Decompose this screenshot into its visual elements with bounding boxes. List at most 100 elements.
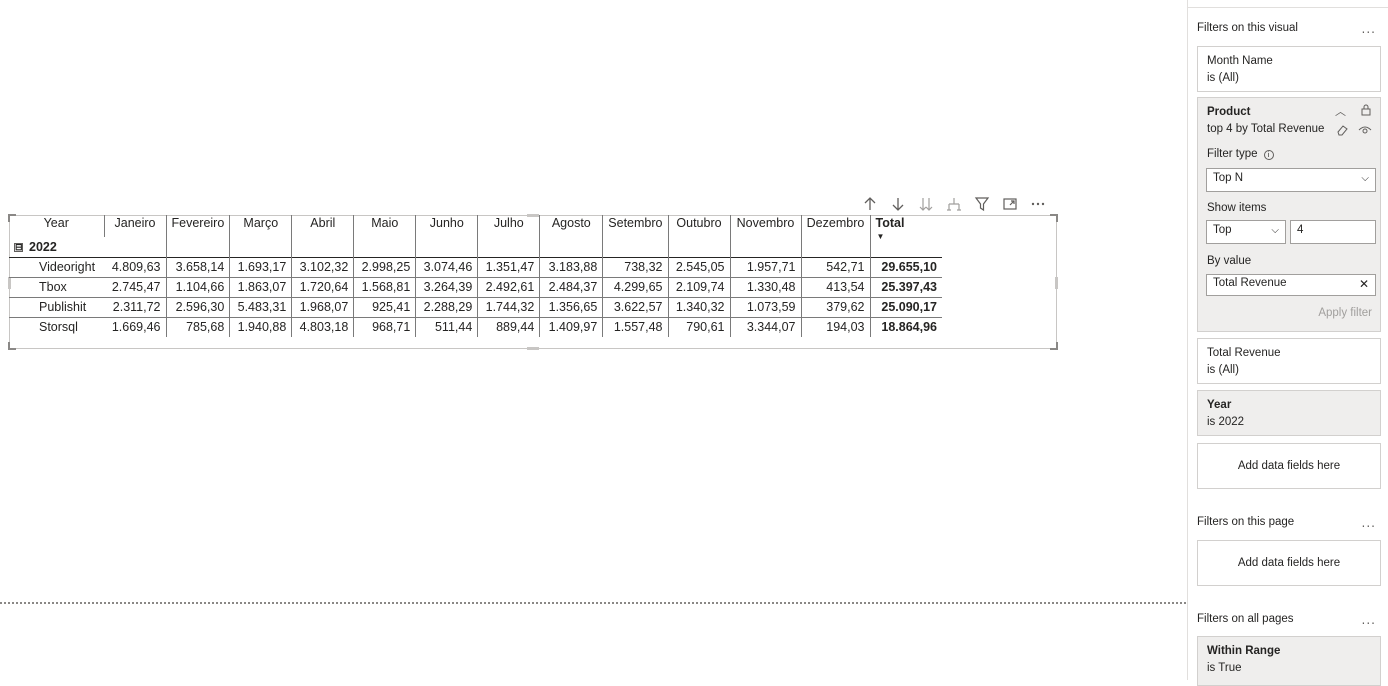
row-label[interactable]: Videoright bbox=[9, 256, 104, 277]
value-cell[interactable]: 3.183,88 bbox=[539, 256, 604, 277]
value-cell[interactable]: 889,44 bbox=[477, 316, 541, 337]
visibility-eye-icon[interactable] bbox=[1358, 124, 1372, 139]
value-cell[interactable]: 1.409,97 bbox=[539, 316, 604, 337]
total-cell[interactable]: 29.655,10 bbox=[870, 256, 942, 277]
value-cell[interactable]: 3.344,07 bbox=[730, 316, 802, 337]
filter-card-month[interactable]: Month Name is (All) bbox=[1197, 46, 1381, 92]
value-cell[interactable]: 1.356,65 bbox=[539, 296, 604, 317]
lock-icon[interactable] bbox=[1360, 103, 1372, 119]
value-cell[interactable]: 379,62 bbox=[801, 296, 871, 317]
column-header[interactable]: Março bbox=[229, 215, 293, 237]
value-cell[interactable]: 1.104,66 bbox=[166, 276, 231, 297]
column-header[interactable]: Novembro bbox=[730, 215, 802, 237]
value-cell[interactable]: 1.669,46 bbox=[104, 316, 167, 337]
table-row[interactable]: Publishit 2.311,72 2.596,30 5.483,31 1.968,0… bbox=[9, 296, 942, 317]
value-cell[interactable]: 413,54 bbox=[801, 276, 871, 297]
value-cell[interactable]: 1.957,71 bbox=[730, 256, 802, 277]
more-options-icon[interactable] bbox=[1024, 193, 1052, 215]
value-cell[interactable]: 1.744,32 bbox=[477, 296, 541, 317]
value-cell[interactable]: 2.311,72 bbox=[104, 296, 167, 317]
filter-card-year[interactable]: Year is 2022 bbox=[1197, 390, 1381, 436]
more-options-icon[interactable]: ... bbox=[1362, 22, 1376, 36]
value-cell[interactable]: 194,03 bbox=[801, 316, 871, 337]
focus-mode-icon[interactable] bbox=[996, 193, 1024, 215]
value-cell[interactable]: 2.745,47 bbox=[104, 276, 167, 297]
clear-filter-eraser-icon[interactable] bbox=[1336, 124, 1348, 139]
value-cell[interactable]: 2.545,05 bbox=[668, 256, 731, 277]
value-cell[interactable]: 2.109,74 bbox=[668, 276, 731, 297]
value-cell[interactable]: 2.288,29 bbox=[415, 296, 479, 317]
resize-handle[interactable] bbox=[527, 347, 539, 350]
value-cell[interactable]: 790,61 bbox=[668, 316, 731, 337]
resize-corner[interactable] bbox=[8, 342, 16, 350]
value-cell[interactable]: 785,68 bbox=[166, 316, 231, 337]
value-cell[interactable]: 3.264,39 bbox=[415, 276, 479, 297]
value-cell[interactable]: 5.483,31 bbox=[229, 296, 293, 317]
row-label[interactable]: Storsql bbox=[9, 316, 104, 337]
by-value-field-well[interactable]: Total Revenue ✕ bbox=[1206, 274, 1376, 296]
filter-type-dropdown[interactable]: Top N ⌵ bbox=[1206, 168, 1376, 192]
value-cell[interactable]: 968,71 bbox=[353, 316, 417, 337]
value-cell[interactable]: 1.940,88 bbox=[229, 316, 293, 337]
row-label[interactable]: Publishit bbox=[9, 296, 104, 317]
column-header[interactable]: Fevereiro bbox=[166, 215, 231, 237]
value-cell[interactable]: 1.693,17 bbox=[229, 256, 293, 277]
value-cell[interactable]: 2.484,37 bbox=[539, 276, 604, 297]
value-cell[interactable]: 3.074,46 bbox=[415, 256, 479, 277]
filter-icon[interactable] bbox=[968, 193, 996, 215]
column-header[interactable]: Maio bbox=[353, 215, 417, 237]
column-header[interactable]: Junho bbox=[415, 215, 479, 237]
hierarchy-expand-icon[interactable] bbox=[940, 193, 968, 215]
value-cell[interactable]: 2.492,61 bbox=[477, 276, 541, 297]
arrow-down-icon[interactable] bbox=[884, 193, 912, 215]
total-cell[interactable]: 25.397,43 bbox=[870, 276, 942, 297]
remove-field-close-icon[interactable]: ✕ bbox=[1359, 277, 1369, 291]
total-cell[interactable]: 25.090,17 bbox=[870, 296, 942, 317]
value-cell[interactable]: 1.557,48 bbox=[602, 316, 669, 337]
resize-corner[interactable] bbox=[1050, 342, 1058, 350]
row-header[interactable]: Year bbox=[9, 215, 105, 237]
filter-card-product[interactable]: Product top 4 by Total Revenue ︿ Filter … bbox=[1197, 97, 1381, 332]
row-label[interactable]: Tbox bbox=[9, 276, 104, 297]
value-cell[interactable]: 1.720,64 bbox=[291, 276, 355, 297]
value-cell[interactable]: 3.658,14 bbox=[166, 256, 231, 277]
column-header[interactable]: Outubro bbox=[668, 215, 731, 237]
value-cell[interactable]: 2.596,30 bbox=[166, 296, 231, 317]
collapse-icon[interactable]: ⊟ bbox=[14, 242, 23, 252]
value-cell[interactable]: 511,44 bbox=[415, 316, 479, 337]
value-cell[interactable]: 738,32 bbox=[602, 256, 669, 277]
value-cell[interactable]: 1.968,07 bbox=[291, 296, 355, 317]
column-header[interactable]: Janeiro bbox=[104, 215, 167, 237]
more-options-icon[interactable]: ... bbox=[1362, 613, 1376, 627]
column-header[interactable]: Julho bbox=[477, 215, 541, 237]
value-cell[interactable]: 3.102,32 bbox=[291, 256, 355, 277]
total-cell[interactable]: 18.864,96 bbox=[870, 316, 942, 337]
value-cell[interactable]: 542,71 bbox=[801, 256, 871, 277]
value-cell[interactable]: 1.073,59 bbox=[730, 296, 802, 317]
resize-handle[interactable] bbox=[1055, 277, 1058, 289]
column-header[interactable]: Abril bbox=[291, 215, 355, 237]
column-header[interactable]: Agosto bbox=[539, 215, 604, 237]
info-icon[interactable]: i bbox=[1263, 150, 1274, 160]
value-cell[interactable]: 2.998,25 bbox=[353, 256, 417, 277]
value-cell[interactable]: 1.351,47 bbox=[477, 256, 541, 277]
value-cell[interactable]: 1.330,48 bbox=[730, 276, 802, 297]
show-items-direction-dropdown[interactable]: Top ⌵ bbox=[1206, 220, 1286, 244]
value-cell[interactable]: 4.809,63 bbox=[104, 256, 167, 277]
table-row[interactable]: Storsql 1.669,46 785,68 1.940,88 4.803,18 968… bbox=[9, 316, 942, 337]
table-row[interactable]: Videoright 4.809,63 3.658,14 1.693,17 3.102,… bbox=[9, 256, 942, 277]
more-options-icon[interactable]: ... bbox=[1362, 516, 1376, 530]
arrow-up-icon[interactable] bbox=[856, 193, 884, 215]
filter-card-total-revenue[interactable]: Total Revenue is (All) bbox=[1197, 338, 1381, 384]
add-data-fields-page-well[interactable]: Add data fields here bbox=[1197, 540, 1381, 586]
value-cell[interactable]: 1.568,81 bbox=[353, 276, 417, 297]
value-cell[interactable]: 1.340,32 bbox=[668, 296, 731, 317]
show-items-count-input[interactable]: 4 bbox=[1290, 220, 1376, 244]
value-cell[interactable]: 3.622,57 bbox=[602, 296, 669, 317]
column-header[interactable]: Dezembro bbox=[801, 215, 871, 237]
value-cell[interactable]: 4.803,18 bbox=[291, 316, 355, 337]
apply-filter-button[interactable]: Apply filter bbox=[1318, 307, 1372, 319]
group-row-header[interactable]: ⊟ 2022 bbox=[9, 237, 104, 257]
value-cell[interactable]: 925,41 bbox=[353, 296, 417, 317]
table-row[interactable]: Tbox 2.745,47 1.104,66 1.863,07 1.720,64 1.56… bbox=[9, 276, 942, 297]
